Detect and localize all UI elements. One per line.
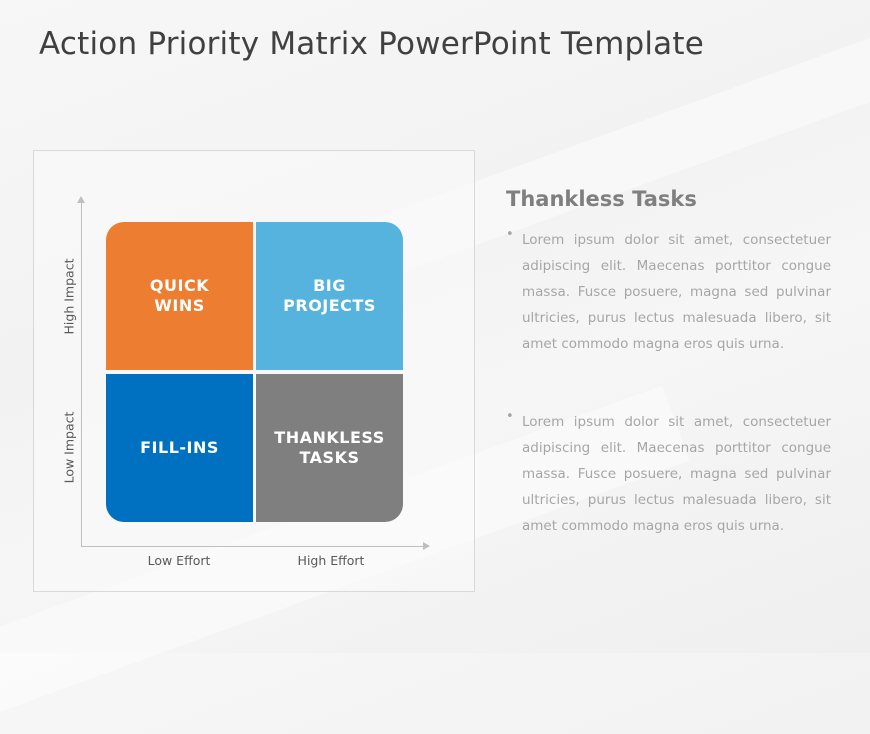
matrix-panel: [33, 150, 475, 592]
bullet-icon: •: [506, 409, 514, 424]
x-axis-high-label: High Effort: [297, 553, 365, 568]
quadrant-thankless-tasks: THANKLESS TASKS: [256, 374, 403, 522]
y-axis-high-label: High Impact: [61, 258, 77, 335]
bullet-text: Lorem ipsum dolor sit amet, consectetuer…: [522, 414, 831, 534]
x-axis-line: [81, 546, 425, 547]
quadrant-label: QUICK WINS: [149, 276, 210, 315]
quadrant-fill-ins: FILL-INS: [106, 374, 253, 522]
y-axis-line: [81, 200, 82, 546]
quadrant-label: FILL-INS: [140, 438, 219, 457]
slide-title: Action Priority Matrix PowerPoint Templa…: [39, 26, 704, 62]
details-heading: Thankless Tasks: [506, 187, 697, 211]
quadrant-label: THANKLESS TASKS: [274, 428, 385, 467]
quadrant-label: BIG PROJECTS: [283, 276, 376, 315]
bullet-text: Lorem ipsum dolor sit amet, consectetuer…: [522, 232, 831, 352]
x-axis-arrow-icon: [423, 542, 430, 550]
y-axis-low-label: Low Impact: [61, 411, 77, 484]
bullet-icon: •: [506, 227, 514, 242]
x-axis-low-label: Low Effort: [147, 553, 211, 568]
quadrant-big-projects: BIG PROJECTS: [256, 222, 403, 370]
y-axis-arrow-icon: [77, 196, 85, 203]
bullet-item: • Lorem ipsum dolor sit amet, consectetu…: [506, 227, 831, 357]
quadrant-quick-wins: QUICK WINS: [106, 222, 253, 370]
bullet-item: • Lorem ipsum dolor sit amet, consectetu…: [506, 409, 831, 539]
